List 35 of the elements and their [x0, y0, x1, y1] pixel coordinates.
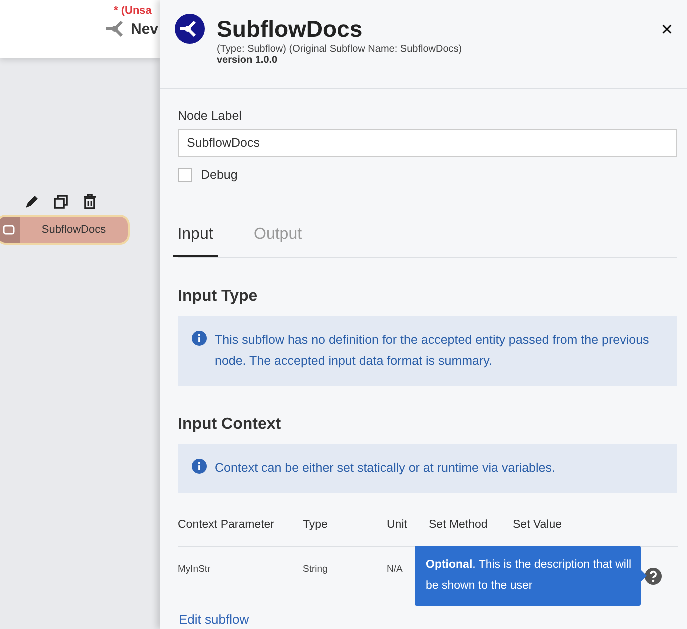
- field-label: Node Label: [178, 109, 243, 123]
- close-button[interactable]: ×: [661, 20, 673, 40]
- unsaved-label: * (Unsa: [114, 5, 152, 17]
- version-label: version 1.0.0: [217, 55, 279, 66]
- table-cell: MyInStr: [178, 564, 211, 575]
- node-label: SubflowDocs: [40, 224, 108, 236]
- node-label-field[interactable]: SubflowDocs: [178, 129, 677, 157]
- table-cell: N/A: [387, 564, 403, 575]
- tooltip: Optional. This is the description that will be shown to the user: [415, 546, 647, 606]
- info-icon: [192, 331, 207, 346]
- column-header: Context Parameter: [178, 519, 275, 531]
- column-header: Set Method: [429, 519, 488, 531]
- tab[interactable]: Input: [173, 220, 218, 257]
- column-header: Set Value: [513, 519, 562, 531]
- panel-title: SubflowDocs: [217, 15, 364, 44]
- info-icon: [192, 459, 207, 474]
- trash-icon[interactable]: [82, 194, 98, 210]
- section-heading: Input Context: [178, 416, 282, 434]
- column-header: Unit: [387, 519, 408, 531]
- debug-checkbox[interactable]: [178, 168, 192, 182]
- help-icon[interactable]: [645, 568, 662, 585]
- panel-subtitle: (Type: Subflow) (Original Subflow Name: SubflowDocs): [217, 44, 462, 55]
- column-header: Type: [303, 519, 328, 531]
- table-cell: String: [303, 564, 328, 575]
- flow-name: Nev: [131, 20, 159, 38]
- edit-subflow-link[interactable]: Edit subflow: [179, 612, 250, 627]
- subflow-logo-icon: [175, 14, 205, 44]
- subflow-icon: [3, 224, 15, 236]
- info-text: Context can be either set statically or at runtime via variables.: [215, 460, 556, 477]
- pencil-icon[interactable]: [24, 194, 40, 210]
- flow-node[interactable]: SubflowDocs: [0, 215, 130, 245]
- info-text: This subflow has no definition for the accepted entity passed from the previous node. The accepted input data format is summary.: [215, 332, 650, 370]
- checkbox-label: Debug: [201, 168, 238, 182]
- section-heading: Input Type: [178, 288, 259, 306]
- copy-icon[interactable]: [53, 194, 69, 210]
